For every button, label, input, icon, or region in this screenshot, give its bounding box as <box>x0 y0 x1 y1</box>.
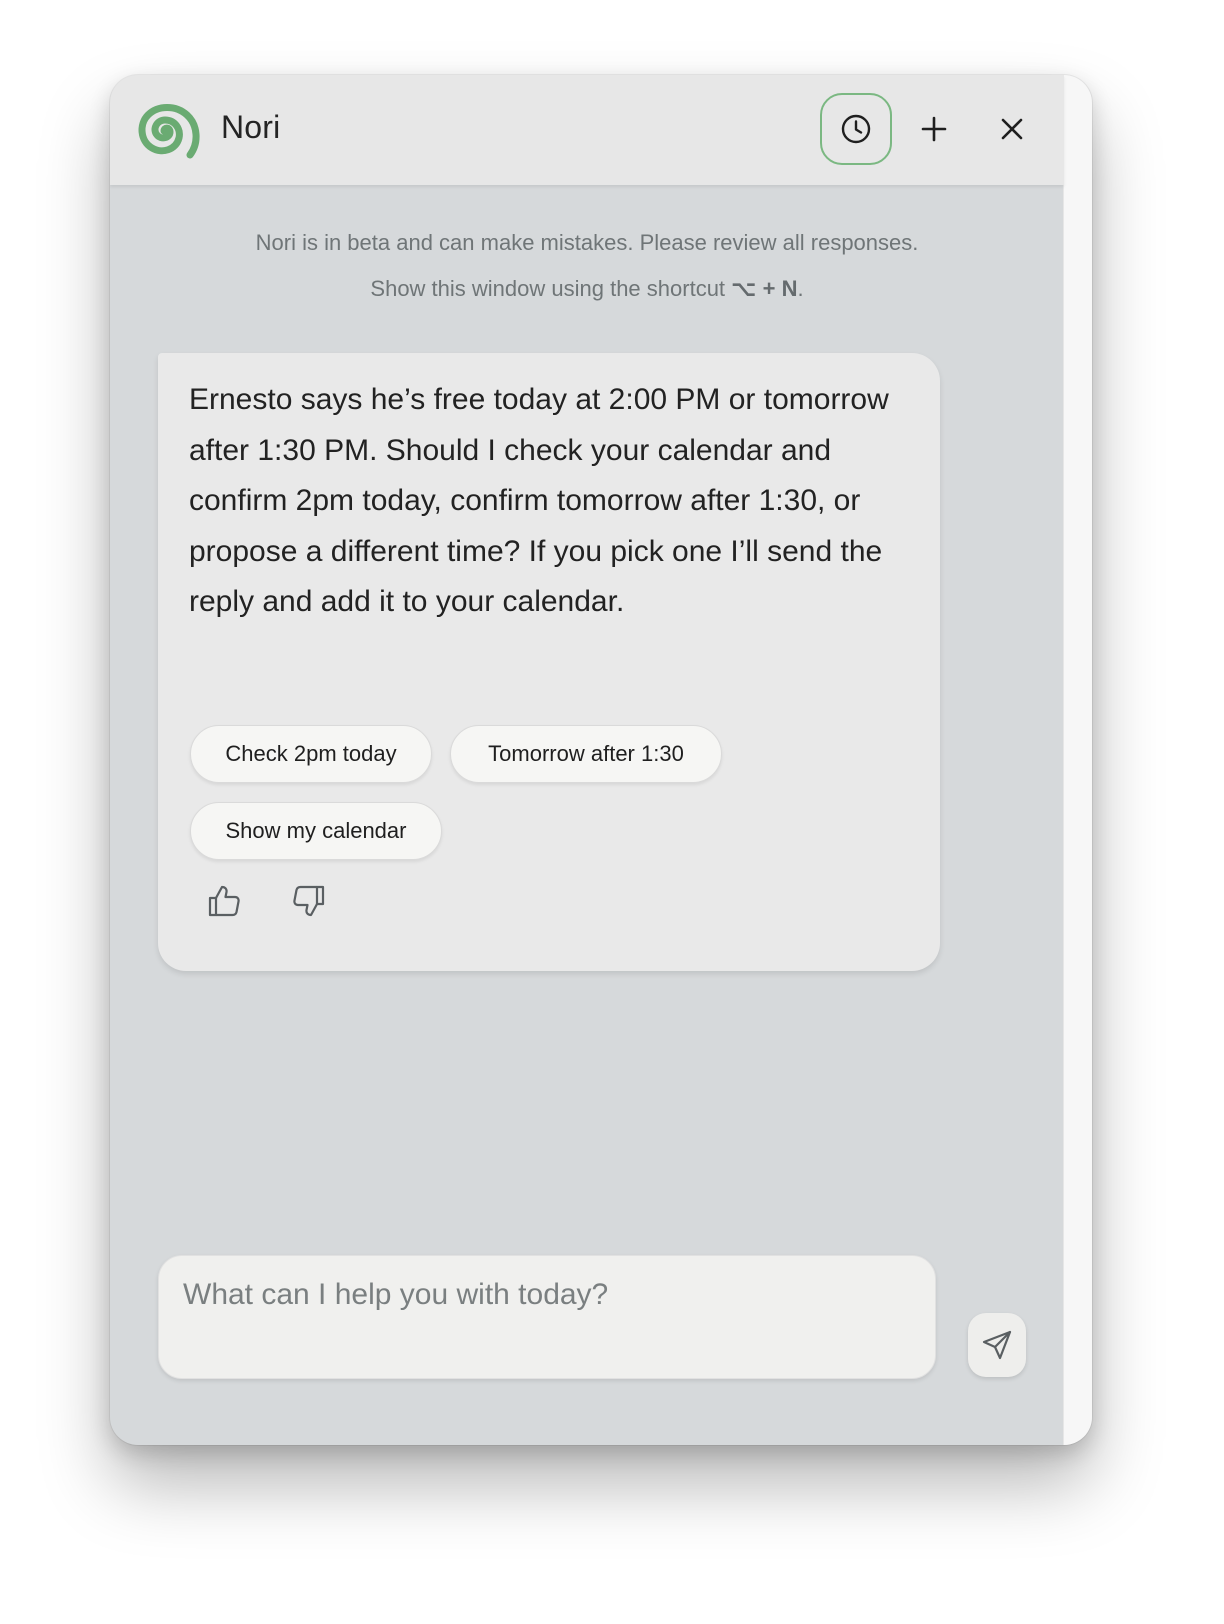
shortcut-notice: Show this window using the shortcut ⌥ + … <box>110 276 1064 302</box>
shortcut-key: ⌥ + N <box>731 276 798 301</box>
shortcut-notice-end: . <box>797 276 804 301</box>
close-button[interactable] <box>976 93 1048 165</box>
window-edge <box>1063 75 1092 1445</box>
assistant-window: Nori Nori is in beta and can make mistak… <box>110 75 1092 1445</box>
new-chat-button[interactable] <box>898 93 970 165</box>
message-composer <box>158 1255 936 1379</box>
suggestion-show-my-calendar[interactable]: Show my calendar <box>190 802 442 860</box>
close-icon <box>1001 118 1023 140</box>
send-button[interactable] <box>968 1313 1026 1377</box>
thumbs-up-icon[interactable] <box>206 883 242 919</box>
suggestion-check-2pm-today[interactable]: Check 2pm today <box>190 725 432 783</box>
history-button[interactable] <box>820 93 892 165</box>
message-input[interactable] <box>181 1272 905 1318</box>
assistant-message: Ernesto says he’s free today at 2:00 PM … <box>158 353 940 971</box>
shortcut-notice-text: Show this window using the shortcut <box>370 276 732 301</box>
clock-icon <box>841 114 871 144</box>
plus-icon <box>921 116 947 142</box>
message-text: Ernesto says he’s free today at 2:00 PM … <box>189 383 889 618</box>
app-title: Nori <box>221 109 281 145</box>
title-bar: Nori <box>110 75 1064 185</box>
thumbs-down-icon[interactable] <box>291 883 327 919</box>
send-icon <box>982 1330 1012 1360</box>
suggestion-tomorrow-after-130[interactable]: Tomorrow after 1:30 <box>450 725 722 783</box>
beta-notice: Nori is in beta and can make mistakes. P… <box>255 230 919 255</box>
nori-logo-icon <box>138 104 200 159</box>
